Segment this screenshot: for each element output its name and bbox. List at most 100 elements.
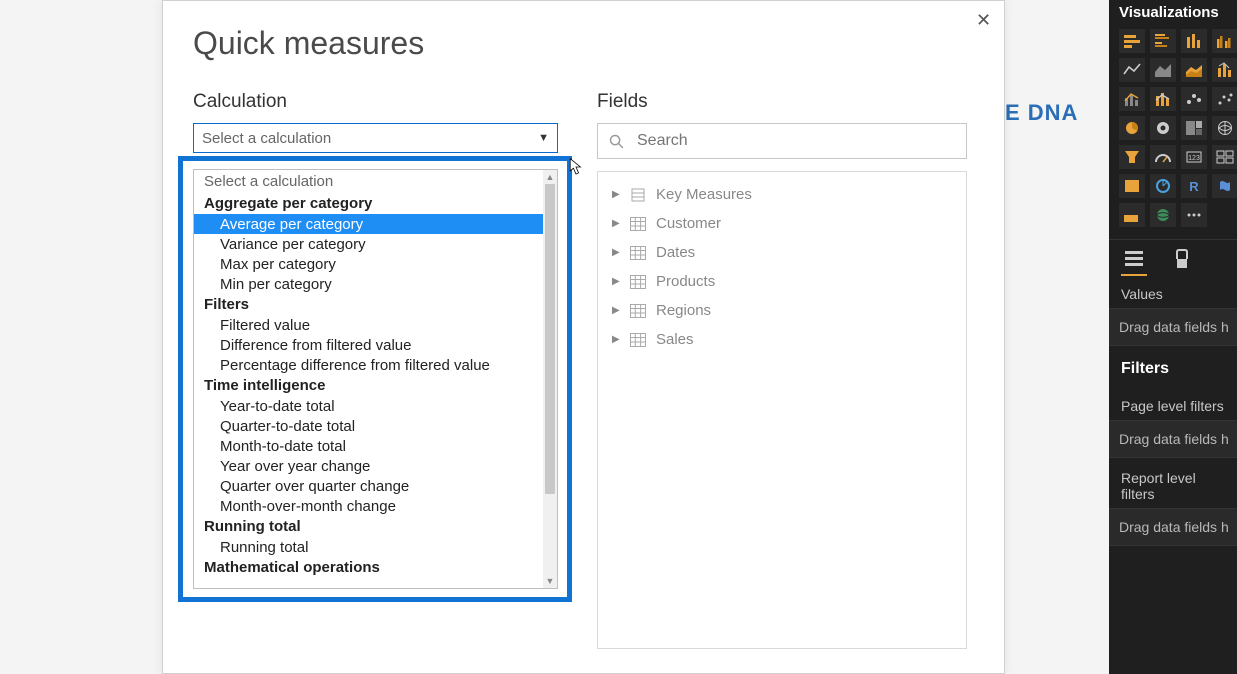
dropdown-option[interactable]: Filtered value bbox=[194, 315, 543, 335]
dropdown-group-header: Running total bbox=[194, 516, 543, 537]
viz-stacked-col-icon[interactable] bbox=[1181, 29, 1207, 53]
dropdown-group-header: Time intelligence bbox=[194, 375, 543, 396]
field-table-row[interactable]: ▶Key Measures bbox=[598, 180, 966, 209]
table-icon bbox=[630, 275, 646, 289]
format-tab-icon[interactable] bbox=[1171, 248, 1193, 270]
viz-card-icon[interactable]: 123 bbox=[1181, 145, 1207, 169]
field-table-label: Sales bbox=[656, 331, 694, 348]
viz-matrix-icon[interactable] bbox=[1150, 203, 1176, 227]
viz-funnel-icon[interactable] bbox=[1119, 145, 1145, 169]
field-table-row[interactable]: ▶ Customer bbox=[598, 209, 966, 238]
expand-icon: ▶ bbox=[612, 305, 620, 316]
expand-icon: ▶ bbox=[612, 189, 620, 200]
dropdown-option[interactable]: Variance per category bbox=[194, 234, 543, 254]
viz-waterfall-icon[interactable] bbox=[1181, 87, 1207, 111]
dropdown-option[interactable]: Quarter over quarter change bbox=[194, 476, 543, 496]
dropdown-option[interactable]: Average per category bbox=[194, 214, 543, 234]
expand-icon: ▶ bbox=[612, 334, 620, 345]
calculation-dropdown[interactable]: Select a calculationAggregate per catego… bbox=[193, 169, 558, 589]
viz-combo-line-col-icon[interactable] bbox=[1119, 87, 1145, 111]
calculation-combobox[interactable]: Select a calculation ▼ bbox=[193, 123, 558, 153]
scrollbar-thumb[interactable] bbox=[545, 184, 555, 494]
viz-kpi-icon[interactable] bbox=[1119, 174, 1145, 198]
dropdown-option[interactable]: Year-to-date total bbox=[194, 396, 543, 416]
report-filters-drop-zone[interactable]: Drag data fields h bbox=[1109, 508, 1237, 546]
expand-icon: ▶ bbox=[612, 276, 620, 287]
dropdown-option[interactable]: Month-over-month change bbox=[194, 496, 543, 516]
dropdown-group-header: Aggregate per category bbox=[194, 193, 543, 214]
fields-search[interactable] bbox=[597, 123, 967, 159]
visualizations-title: Visualizations bbox=[1109, 0, 1237, 29]
field-table-row[interactable]: ▶ Sales bbox=[598, 325, 966, 354]
viz-donut-icon[interactable] bbox=[1150, 116, 1176, 140]
dropdown-option[interactable]: Percentage difference from filtered valu… bbox=[194, 355, 543, 375]
dropdown-option[interactable]: Max per category bbox=[194, 254, 543, 274]
quick-measures-dialog: ✕ Quick measures Calculation Select a ca… bbox=[162, 0, 1005, 674]
viz-area-icon[interactable] bbox=[1150, 58, 1176, 82]
close-button[interactable]: ✕ bbox=[970, 7, 994, 31]
calculation-selected-text: Select a calculation bbox=[202, 130, 331, 147]
dropdown-option[interactable]: Running total bbox=[194, 537, 543, 557]
expand-icon: ▶ bbox=[612, 218, 620, 229]
dropdown-placeholder-option[interactable]: Select a calculation bbox=[194, 170, 543, 193]
table-icon bbox=[630, 246, 646, 260]
visualization-gallery: 123 R bbox=[1109, 29, 1237, 235]
field-table-label: Customer bbox=[656, 215, 721, 232]
viz-pie-icon[interactable] bbox=[1119, 116, 1145, 140]
scroll-down-icon[interactable]: ▼ bbox=[543, 574, 557, 588]
viz-treemap-icon[interactable] bbox=[1181, 116, 1207, 140]
dropdown-scrollbar[interactable]: ▲ ▼ bbox=[543, 170, 557, 588]
dropdown-option[interactable]: Year over year change bbox=[194, 456, 543, 476]
svg-text:R: R bbox=[1189, 179, 1199, 194]
search-input[interactable] bbox=[635, 131, 956, 151]
viz-clustered-bar-icon[interactable] bbox=[1150, 29, 1176, 53]
viz-ribbon-icon[interactable] bbox=[1212, 58, 1237, 82]
viz-gauge-icon[interactable] bbox=[1150, 145, 1176, 169]
page-level-filters-label: Page level filters bbox=[1109, 386, 1237, 420]
table-icon bbox=[630, 217, 646, 231]
values-well-label: Values bbox=[1109, 274, 1237, 308]
dropdown-option[interactable]: Quarter-to-date total bbox=[194, 416, 543, 436]
viz-more-icon[interactable] bbox=[1181, 203, 1207, 227]
calculation-label: Calculation bbox=[193, 91, 563, 113]
dropdown-group-header: Mathematical operations bbox=[194, 557, 543, 578]
dropdown-option[interactable]: Month-to-date total bbox=[194, 436, 543, 456]
viz-map-icon[interactable] bbox=[1212, 116, 1237, 140]
viz-line-icon[interactable] bbox=[1119, 58, 1145, 82]
table-icon bbox=[630, 333, 646, 347]
field-table-row[interactable]: ▶Products bbox=[598, 267, 966, 296]
expand-icon: ▶ bbox=[612, 247, 620, 258]
viz-stacked-area-icon[interactable] bbox=[1181, 58, 1207, 82]
fields-column: Fields ▶Key Measures▶Customer▶Dates▶Prod… bbox=[597, 91, 967, 649]
dropdown-group-header: Filters bbox=[194, 294, 543, 315]
viz-r-visual-icon[interactable]: R bbox=[1181, 174, 1207, 198]
fields-tab-icon[interactable] bbox=[1123, 248, 1145, 270]
viz-combo-line-stack-icon[interactable] bbox=[1150, 87, 1176, 111]
measure-icon bbox=[630, 188, 646, 202]
viz-scatter-icon[interactable] bbox=[1212, 87, 1237, 111]
viz-clustered-col-icon[interactable] bbox=[1212, 29, 1237, 53]
brand-watermark: E DNA bbox=[1005, 100, 1078, 126]
field-table-row[interactable]: ▶ Regions bbox=[598, 296, 966, 325]
viz-slicer-icon[interactable] bbox=[1150, 174, 1176, 198]
filters-section-title: Filters bbox=[1109, 346, 1237, 386]
page-filters-drop-zone[interactable]: Drag data fields h bbox=[1109, 420, 1237, 458]
scroll-up-icon[interactable]: ▲ bbox=[543, 170, 557, 184]
dropdown-option[interactable]: Difference from filtered value bbox=[194, 335, 543, 355]
fields-label: Fields bbox=[597, 91, 967, 113]
calculation-column: Calculation Select a calculation ▼ bbox=[193, 91, 563, 153]
table-icon bbox=[630, 304, 646, 318]
field-table-label: Dates bbox=[656, 244, 695, 261]
format-toolbar bbox=[1109, 239, 1237, 274]
field-table-label: Regions bbox=[656, 302, 711, 319]
viz-multi-card-icon[interactable] bbox=[1212, 145, 1237, 169]
dialog-title: Quick measures bbox=[193, 25, 424, 62]
chevron-down-icon: ▼ bbox=[538, 132, 549, 144]
mouse-cursor-icon bbox=[569, 158, 583, 176]
viz-py-visual-icon[interactable] bbox=[1212, 174, 1237, 198]
values-drop-zone[interactable]: Drag data fields h bbox=[1109, 308, 1237, 346]
viz-table-icon[interactable] bbox=[1119, 203, 1145, 227]
viz-stacked-bar-icon[interactable] bbox=[1119, 29, 1145, 53]
field-table-row[interactable]: ▶ Dates bbox=[598, 238, 966, 267]
dropdown-option[interactable]: Min per category bbox=[194, 274, 543, 294]
